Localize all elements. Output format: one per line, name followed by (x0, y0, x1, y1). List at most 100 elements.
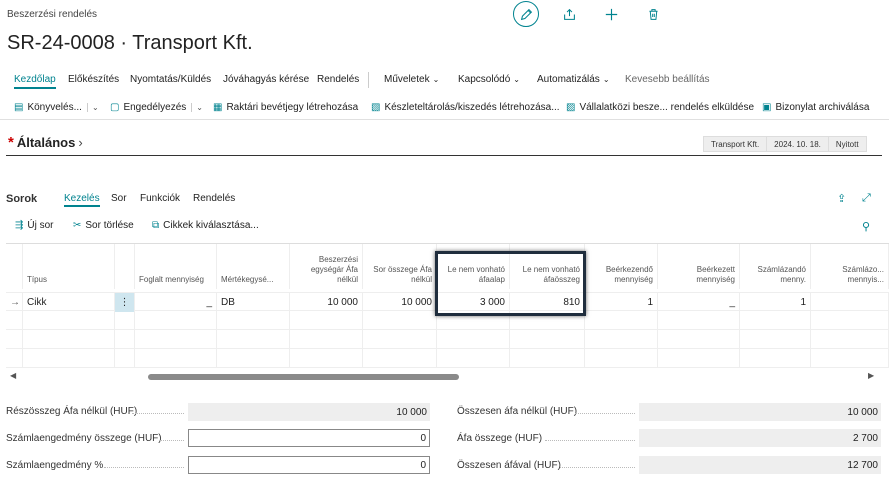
cell-empty[interactable] (658, 330, 740, 349)
cell-empty[interactable] (585, 330, 658, 349)
column-header-uom[interactable]: Mértékegysé... (217, 244, 290, 289)
fewer-options-button[interactable]: Kevesebb beállítás (625, 74, 710, 85)
send-interco-order-button[interactable]: ▨ Vállalatközi besze... rendelés elküldés… (566, 102, 754, 113)
lines-tab-manage[interactable]: Kezelés (64, 193, 100, 207)
cell-empty[interactable] (510, 311, 585, 330)
cell-empty[interactable] (811, 330, 889, 349)
cell-empty[interactable] (585, 311, 658, 330)
cell-empty[interactable] (658, 311, 740, 330)
lines-tab-order[interactable]: Rendelés (193, 193, 235, 204)
tab-print-send[interactable]: Nyomtatás/Küldés (130, 74, 211, 85)
cell-qty-invoiced[interactable] (811, 293, 889, 312)
create-put-away-button[interactable]: ▧ Készleteltárolás/kiszedés létrehozása..… (371, 102, 560, 113)
invoice-discount-pct-input[interactable]: 0 (188, 456, 430, 474)
tab-automate[interactable]: Automatizálás ⌄ (537, 74, 610, 85)
scroll-left-icon[interactable]: ◀ (10, 371, 16, 380)
breadcrumb[interactable]: Beszerzési rendelés (7, 9, 97, 20)
cell-empty[interactable] (658, 349, 740, 368)
share-icon[interactable]: ⇪ (837, 192, 846, 205)
cell-empty[interactable] (437, 349, 510, 368)
tab-prepare[interactable]: Előkészítés (68, 74, 119, 85)
column-header-type[interactable]: Típus (23, 244, 115, 289)
cell-reserved-qty[interactable]: _ (135, 293, 217, 312)
select-items-button[interactable]: ⧉ Cikkek kiválasztása... (152, 220, 259, 231)
cell-empty[interactable] (217, 330, 290, 349)
edit-button[interactable] (513, 1, 539, 27)
cell-empty[interactable] (290, 330, 363, 349)
cell-empty[interactable] (290, 311, 363, 330)
cell-empty[interactable] (363, 349, 437, 368)
lines-tab-functions[interactable]: Funkciók (140, 193, 180, 204)
delete-button[interactable] (641, 2, 665, 26)
cell-empty[interactable] (811, 311, 889, 330)
cell-line-amount[interactable]: 10 000 (363, 293, 437, 312)
cell-empty[interactable] (363, 330, 437, 349)
cell-empty[interactable] (811, 349, 889, 368)
cell-empty[interactable] (135, 311, 217, 330)
cell-empty[interactable] (437, 311, 510, 330)
release-button[interactable]: ▢ Engedélyezés ⌄ (110, 102, 203, 113)
cell-empty[interactable] (740, 349, 811, 368)
cell-empty[interactable] (217, 311, 290, 330)
table-row-empty[interactable] (6, 330, 889, 349)
cell-qty-to-invoice[interactable]: 1 (740, 293, 811, 312)
vat-amount-label: Áfa összege (HUF) (457, 433, 543, 444)
column-header-qty-invoiced[interactable]: Számlázo... mennyis... (811, 244, 889, 289)
tab-related[interactable]: Kapcsolódó ⌄ (458, 74, 520, 85)
column-header-qty-to-invoice[interactable]: Számlázandó menny. (740, 244, 811, 289)
horizontal-scrollbar[interactable]: ◀ ▶ (6, 371, 882, 383)
cell-empty[interactable] (510, 349, 585, 368)
cell-empty[interactable] (23, 330, 115, 349)
cell-uom[interactable]: DB (217, 293, 290, 312)
cell-empty[interactable] (290, 349, 363, 368)
tab-actions[interactable]: Műveletek ⌄ (384, 74, 439, 85)
column-header-unit-cost[interactable]: Beszerzési egységár Áfa nélkül (290, 244, 363, 289)
cell-empty[interactable] (740, 330, 811, 349)
lines-tab-line[interactable]: Sor (111, 193, 127, 204)
table-row[interactable]: → Cikk ⋮ _ DB 10 000 10 000 3 000 810 1 … (6, 292, 889, 312)
row-menu-icon[interactable]: ⋮ (115, 293, 135, 312)
invoice-discount-amount-input[interactable]: 0 (188, 429, 430, 447)
column-header-nondeductible-base[interactable]: Le nem vonható áfaalap (437, 244, 510, 289)
column-header-nondeductible-amount[interactable]: Le nem vonható áfaösszeg (510, 244, 585, 289)
scroll-right-icon[interactable]: ▶ (868, 371, 874, 380)
cell-unit-cost[interactable]: 10 000 (290, 293, 363, 312)
scrollbar-thumb[interactable] (148, 374, 459, 380)
cell-empty[interactable] (585, 349, 658, 368)
cell-nondeductible-base[interactable]: 3 000 (437, 293, 510, 312)
cell-empty[interactable] (363, 311, 437, 330)
expand-icon[interactable]: ⤢ (862, 192, 871, 205)
column-header-qty-received[interactable]: Beérkezett mennyiség (658, 244, 740, 289)
column-header-reserved-qty[interactable]: Foglalt mennyiség (135, 244, 217, 289)
share-button[interactable] (557, 2, 581, 26)
personalize-icon[interactable]: ⚲ (862, 220, 870, 233)
tab-home[interactable]: Kezdőlap (14, 74, 56, 89)
delete-line-button[interactable]: ✂ Sor törlése (73, 220, 134, 231)
cell-empty[interactable] (23, 311, 115, 330)
cell-qty-received[interactable]: _ (658, 293, 740, 312)
cell-type[interactable]: Cikk (23, 293, 115, 312)
column-header-qty-to-receive[interactable]: Beérkezendő mennyiség (585, 244, 658, 289)
new-line-button[interactable]: ⇶ Új sor (15, 220, 54, 231)
cell-empty[interactable] (135, 349, 217, 368)
column-header-line-amount[interactable]: Sor összege Áfa nélkül (363, 244, 437, 289)
tab-request-approval[interactable]: Jóváhagyás kérése (223, 74, 309, 85)
table-row-empty[interactable] (6, 349, 889, 368)
create-warehouse-receipt-button[interactable]: ▦ Raktári bevétjegy létrehozása (213, 102, 358, 113)
tab-order[interactable]: Rendelés (317, 74, 359, 85)
cell-empty[interactable] (437, 330, 510, 349)
cell-empty[interactable] (217, 349, 290, 368)
chevron-down-icon[interactable]: ⌄ (86, 103, 99, 112)
chevron-down-icon[interactable]: ⌄ (191, 103, 203, 112)
cell-empty[interactable] (135, 330, 217, 349)
cell-nondeductible-amount[interactable]: 810 (510, 293, 585, 312)
posting-button[interactable]: ▤ Könyvelés... ⌄ (14, 102, 99, 113)
cell-empty[interactable] (23, 349, 115, 368)
general-section-header[interactable]: * Általános › (8, 135, 83, 150)
archive-document-button[interactable]: ▣ Bizonylat archiválása (762, 102, 869, 113)
cell-qty-to-receive[interactable]: 1 (585, 293, 658, 312)
new-button[interactable] (599, 2, 623, 26)
cell-empty[interactable] (740, 311, 811, 330)
table-row-empty[interactable] (6, 311, 889, 330)
cell-empty[interactable] (510, 330, 585, 349)
